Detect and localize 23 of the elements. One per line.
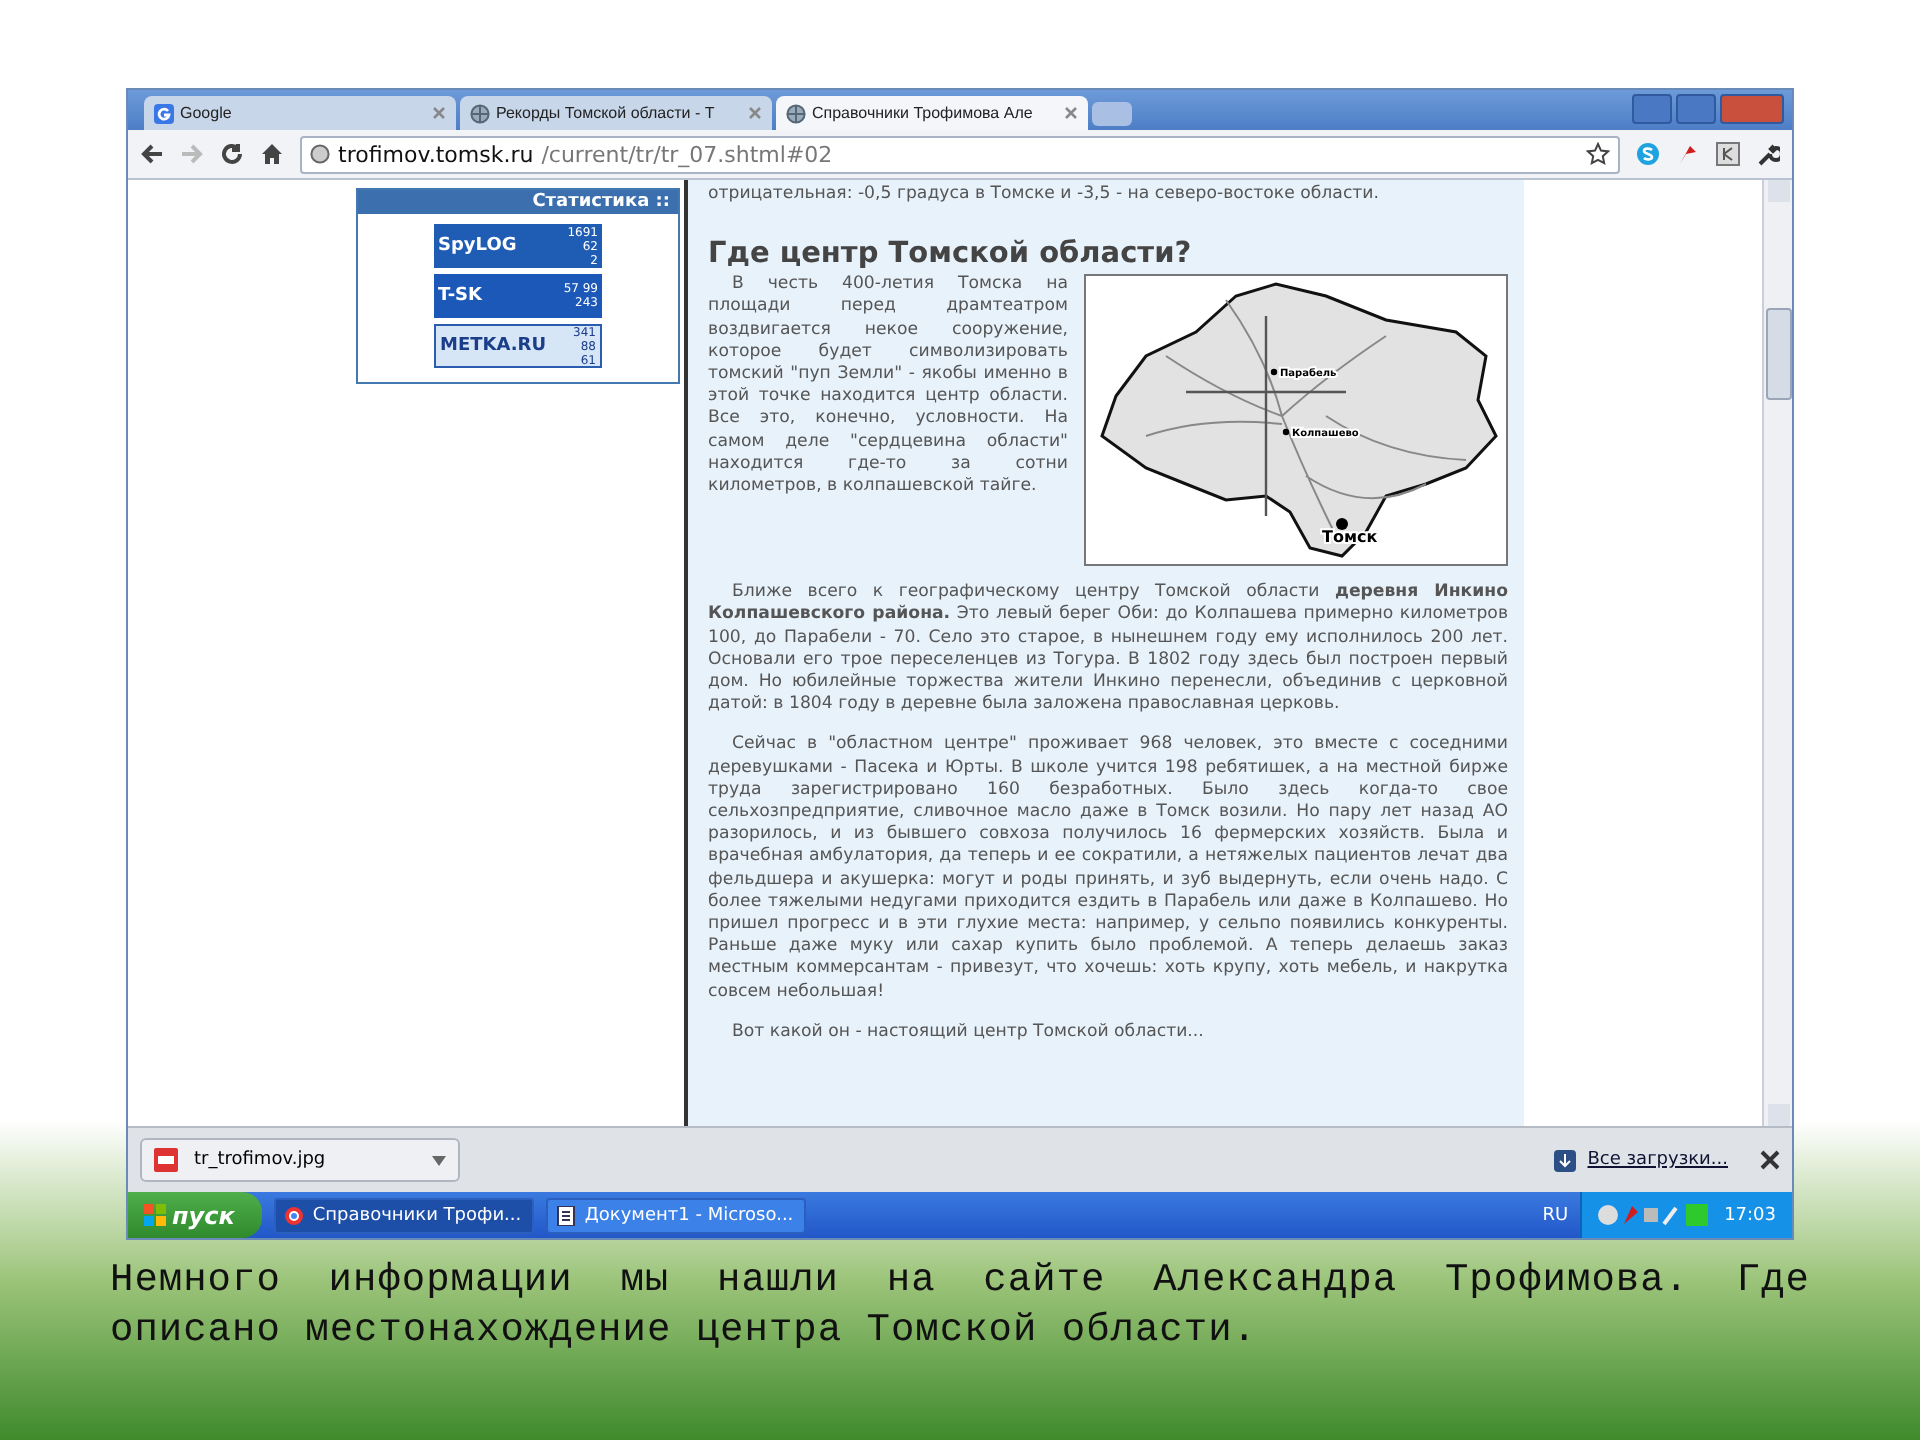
download-item[interactable]: tr_trofimov.jpg	[140, 1138, 460, 1182]
taskbar-button[interactable]: Документ1 - Microso...	[546, 1197, 807, 1233]
clock: 17:03	[1724, 1205, 1776, 1225]
browser-tab[interactable]: Google	[144, 96, 456, 130]
browser-tab[interactable]: Справочники Трофимова Але	[776, 96, 1088, 130]
article-paragraph: В честь 400-летия Томска на площади перед драмтеатром воздвигается некое сооружение, которое будет символизировать томский "пуп Земли" - якобы именно в этой точке находится центр области. Все это, конечно, условности. На самом деле "сердцевина области" находится где-то за сотни километров, в колпашевской тайге.	[708, 274, 1068, 499]
browser-tab[interactable]: Рекорды Томской области - Т	[460, 96, 772, 130]
article-paragraph: Ближе всего к географическому центру Томской области деревня Инкино Колпашевского района. Это левый берег Оби: до Колпашева примерно километров 100, до Парабели - 70. Село это старое, в нынешнем году ему исполнилось 200 лет. Основали его трое переселенцев из Тогура. В 1802 году здесь был построен первый дом. Но юбилейные торжества жители Инкино перенесли, объединив с церковной датой: в 1804 году в деревне была заложена православная церковь.	[708, 582, 1508, 717]
all-downloads-link[interactable]: Все загрузки...	[1587, 1150, 1728, 1170]
article-heading: Где центр Томской области?	[708, 238, 1194, 271]
file-name: tr_trofimov.jpg	[194, 1150, 326, 1170]
panel-title: Статистика ::	[358, 190, 678, 214]
tab-title: Рекорды Томской области - Т	[496, 104, 715, 122]
tab-title: Справочники Трофимова Але	[812, 104, 1033, 122]
article-paragraph: Сейчас в "областном центре" проживает 968 человек, это вместе с соседними деревушками - Пасека и Юрты. В школе учится 198 ребятишек, а на местной бирже труда зарегистрировано 160 безработных. Было здесь когда-то свое сельхозпредприятие, сливочное масло даже в Томск возили. Но пару лет назад АО разорилось, и из бывшего совхоза получилось 16 фермерских хозяйств. Была и врачебная амбулатория, да теперь и ее сократили, а нетяжелых пациентов лечат два фельдшера и акушерка: могут и роды принять, и зуб выдернуть, если очень надо. С более тяжелыми недугами приходится ездить в Парабель или даже в Колпашево. Но пришел прогресс и в эти глухие места: например, у сельпо появились конкуренты. Раньше даже муку или сахар купить было проблемой. А теперь делаешь заказ местным коммерсантам - привезут, что хочешь: хоть крупу, хоть мебель, и накрутка совсем небольшая!	[708, 734, 1508, 1004]
taskbar-button[interactable]: Справочники Трофи...	[274, 1197, 535, 1233]
language-indicator[interactable]: RU	[1542, 1205, 1569, 1225]
slide-caption: Немного информации мы нашли на сайте Александра Трофимова. Где описано местонахождение центра Томской области.	[110, 1256, 1810, 1356]
tab-title: Google	[180, 104, 232, 122]
article-paragraph: Вот какой он - настоящий центр Томской области...	[730, 1021, 1206, 1045]
address-bar[interactable]: trofimov.tomsk.ru /current/tr/tr_07.shtml#02	[300, 135, 1620, 173]
article-text: отрицательная: -0,5 градуса в Томске и -3,5 - на северо-востоке области.	[708, 182, 1381, 207]
start-button[interactable]: пуск	[128, 1192, 263, 1238]
